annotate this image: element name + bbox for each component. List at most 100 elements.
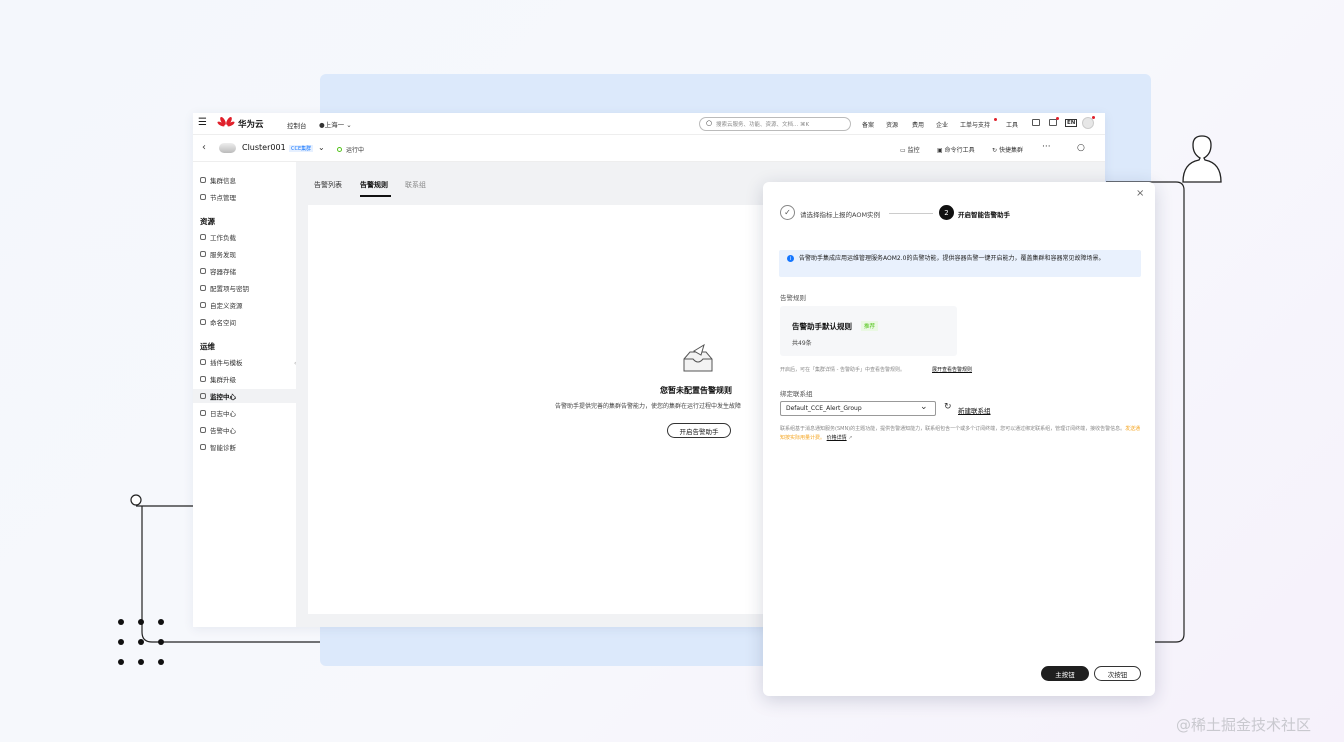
tab-alarm-list[interactable]: 告警列表 [314,180,342,190]
key-icon [200,285,206,291]
rule-name: 告警助手默认规则 [792,322,852,331]
chevron-down-icon: ⌄ [920,402,928,412]
step1-label[interactable]: 请选择指标上报的AOM实例 [800,209,880,219]
tab-alarm-rules[interactable]: 告警规则 [360,180,388,190]
rule-card[interactable]: 告警助手默认规则 推荐 共49条 [780,306,957,356]
nav-billing[interactable]: 费用 [912,120,924,129]
close-icon[interactable]: × [1136,188,1144,199]
secondary-button[interactable]: 次按钮 [1094,666,1141,681]
info-icon: i [787,255,794,262]
step2-label: 开启智能告警助手 [958,211,1010,219]
monitor-icon: ▭ [900,147,906,154]
brand-name[interactable]: 华为云 [238,118,264,130]
price-details-link[interactable]: 价格详情 [827,435,847,441]
refresh-icon[interactable]: ↻ [944,402,952,412]
tab-contact-groups[interactable]: 联系组 [405,180,426,190]
sidebar-item-services[interactable]: 服务发现 [200,247,236,261]
view-rules-link[interactable]: 展开查看告警规则 [932,366,972,373]
contact-group-label: 绑定联系组 [780,390,813,398]
sidebar-item-namespaces[interactable]: 命名空间 [200,315,236,329]
sidebar-item-alarms[interactable]: 告警中心 [200,423,236,437]
sidebar-item-upgrade[interactable]: 集群升级 [200,372,236,386]
language-switch[interactable]: EN [1065,119,1078,127]
rule-count: 共49条 [792,340,812,347]
info-banner: i 告警助手集成应用运维管理服务AOM2.0的告警功能，提供容器告警一键开启能力… [779,250,1141,277]
region-selector[interactable]: ●上海一 ⌄ [319,119,352,129]
external-link-icon: ↗ [848,435,853,441]
chevron-down-icon: ⌄ [346,121,352,129]
cluster-chevron-icon[interactable]: ⌄ [318,143,325,152]
log-icon [200,410,206,416]
avatar-badge [1092,116,1095,119]
sidebar-item-diagnosis[interactable]: 智能诊断 [200,440,236,454]
cli-tool-button[interactable]: ▣ 命令行工具 [937,145,975,154]
cluster-name[interactable]: Cluster001 [242,143,286,152]
contact-group-value: Default_CCE_Alert_Group [786,405,862,412]
namespace-icon [200,319,206,325]
watermark: @稀土掘金技术社区 [1176,716,1312,734]
more-icon[interactable]: ··· [1042,142,1051,152]
status-icon [337,147,342,152]
nav-filing[interactable]: 备案 [862,120,874,129]
sidebar-item-logs[interactable]: 日志中心 [200,406,236,420]
status-text: 运行中 [346,147,365,154]
alarm-assistant-drawer: × ✓ 请选择指标上报的AOM实例 2 开启智能告警助手 i 告警助手集成应用运… [763,182,1155,696]
sidebar-item-nodes[interactable]: 节点管理 [200,190,236,204]
nav-enterprise[interactable]: 企业 [936,120,948,129]
storage-icon [200,268,206,274]
sidebar-group-resources: 资源 [200,217,215,226]
sidebar-item-configmaps[interactable]: 配置项与密钥 [200,281,249,295]
globe-icon [200,251,206,257]
sidebar-item-addons[interactable]: 插件与模板 [200,355,243,369]
search-placeholder: 搜索云服务、功能、资源、文档... ⌘K [716,122,810,128]
mail-icon[interactable] [1049,119,1057,126]
gauge-icon [200,393,206,399]
rules-label: 告警规则 [780,294,806,302]
quick-icon: ↻ [992,147,998,154]
empty-description: 告警助手提供完善的集群告警能力，使您的集群在运行过程中发生故障 [555,403,742,410]
huawei-logo-icon [217,116,235,127]
monitor-button[interactable]: ▭ 监控 [900,145,920,154]
terminal-icon[interactable] [1032,119,1040,126]
nav-resources[interactable]: 资源 [886,120,898,129]
sidebar-item-custom-resources[interactable]: 自定义资源 [200,298,243,312]
cluster-header: ‹ Cluster001 CCE集群 ⌄ 运行中 ▭ 监控 ▣ 命令行工具 ↻ … [193,135,1105,162]
cloud-icon [200,376,206,382]
console-link[interactable]: 控制台 [287,120,307,130]
info-icon [200,177,206,183]
step-done-check-icon: ✓ [780,205,795,220]
info-text: 告警助手集成应用运维管理服务AOM2.0的告警功能，提供容器告警一键开启能力，覆… [799,255,1105,262]
nav-support[interactable]: 工单与支持 [960,120,990,129]
search-icon-sub[interactable]: ○ [1077,143,1085,153]
nodes-icon [200,194,206,200]
user-icon [1182,135,1222,183]
search-icon: ○ [706,119,713,127]
sidebar-item-cluster-info[interactable]: 集群信息 [200,173,236,187]
search-input[interactable]: ○ 搜索云服务、功能、资源、文档... ⌘K [699,117,851,131]
rules-hint: 开启后，可在「集群详情 - 告警助手」中查看告警规则。 [780,367,905,373]
back-arrow-icon[interactable]: ‹ [202,142,206,153]
contact-group-select[interactable]: Default_CCE_Alert_Group ⌄ [780,401,936,416]
recommended-badge: 推荐 [861,321,879,331]
active-tab-indicator [360,195,391,197]
sidebar-group-ops: 运维 [200,342,215,351]
sidebar-item-workloads[interactable]: 工作负载 [200,230,236,244]
sidebar-item-storage[interactable]: 容器存储 [200,264,236,278]
sidebar-item-monitoring[interactable]: 监控中心 [193,389,296,403]
enable-alarm-assistant-button[interactable]: 开启告警助手 [667,423,731,438]
nav-tools[interactable]: 工具 [1006,120,1018,129]
plugin-icon [200,359,206,365]
new-contact-group-link[interactable]: 新建联系组 [958,405,991,415]
top-nav-bar: ☰ 华为云 控制台 ●上海一 ⌄ ○ 搜索云服务、功能、资源、文档... ⌘K … [193,113,1105,135]
alarm-icon [200,427,206,433]
sidebar: 集群信息 节点管理 资源 工作负载 服务发现 容器存储 配置项与密钥 自定义资源… [193,162,296,627]
quick-cluster-button[interactable]: ↻ 快捷集群 [992,145,1023,154]
workload-icon [200,234,206,240]
diagnosis-icon [200,444,206,450]
cluster-icon [219,143,236,153]
notification-dot [994,118,997,121]
contact-note: 联系组基于消息通知服务(SMN)的主题功能，提供告警通知能力，联系组包含一个或多… [780,426,1141,441]
primary-button[interactable]: 主按钮 [1041,666,1089,681]
layers-icon [200,302,206,308]
menu-icon[interactable]: ☰ [198,118,207,128]
